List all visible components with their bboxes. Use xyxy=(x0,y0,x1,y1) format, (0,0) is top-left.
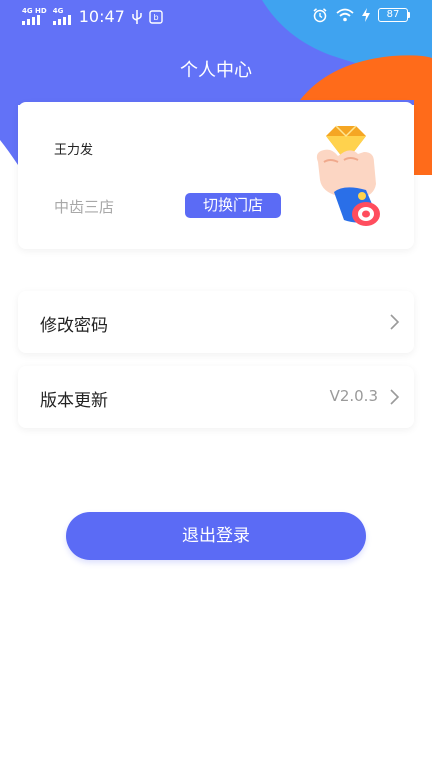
status-bar: 4G HD 4G 10:47 b 87 xyxy=(0,0,432,34)
charging-icon xyxy=(362,8,370,22)
chevron-right-icon xyxy=(390,314,400,330)
switch-store-button[interactable]: 切换门店 xyxy=(185,193,281,218)
usb-icon xyxy=(132,9,142,24)
store-name: 中齿三店 xyxy=(54,198,115,216)
change-password-item[interactable]: 修改密码 xyxy=(18,291,414,353)
hand-holding-gem-illustration xyxy=(316,125,380,226)
wifi-icon xyxy=(336,8,354,22)
battery-icon: 87 xyxy=(378,8,410,22)
user-name: 王力发 xyxy=(54,143,94,158)
app-notification-icon: b xyxy=(149,9,163,24)
status-time: 10:47 xyxy=(78,7,125,26)
version-number: V2.0.3 xyxy=(329,387,378,405)
version-update-label: 版本更新 xyxy=(40,391,108,411)
svg-text:b: b xyxy=(153,13,158,22)
profile-card: 王力发 中齿三店 切换门店 xyxy=(18,102,414,249)
version-update-item[interactable]: 版本更新 V2.0.3 xyxy=(18,366,414,428)
change-password-label: 修改密码 xyxy=(40,316,108,336)
chevron-right-icon xyxy=(390,389,400,405)
signal-icon: 4G HD xyxy=(22,8,47,25)
page-title: 个人中心 xyxy=(180,60,252,81)
signal-icon-2: 4G xyxy=(52,8,71,25)
alarm-icon xyxy=(313,8,327,23)
logout-button[interactable]: 退出登录 xyxy=(66,512,366,560)
